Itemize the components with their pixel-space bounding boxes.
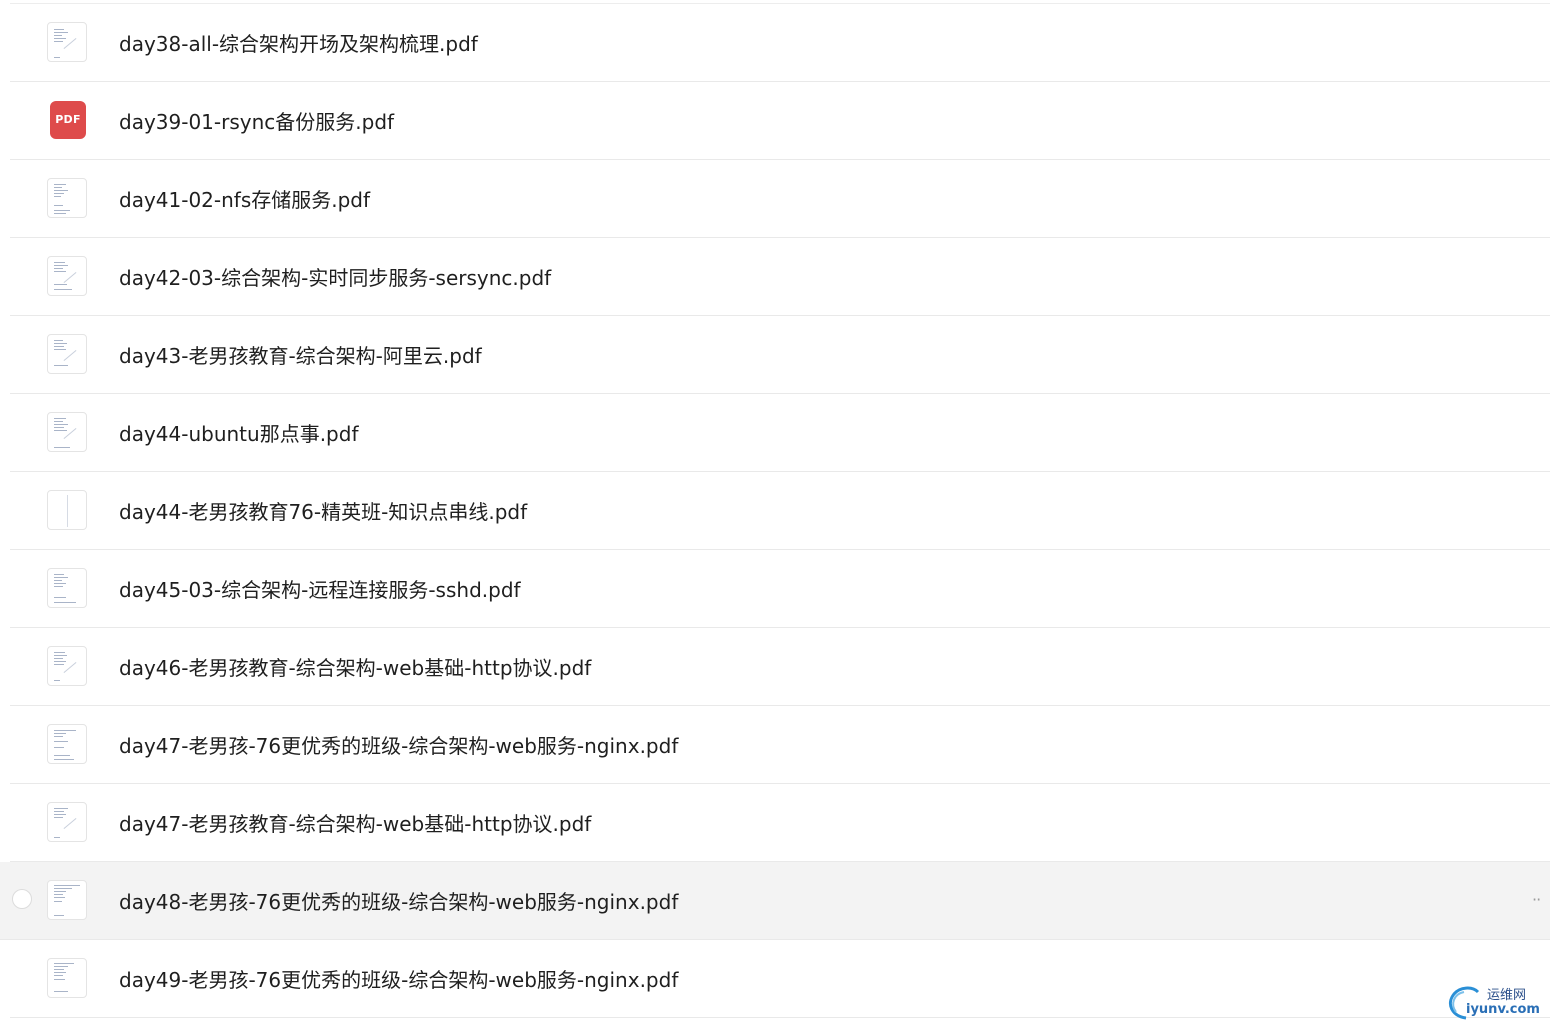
file-name[interactable]: day47-老男孩-76更优秀的班级-综合架构-web服务-nginx.pdf xyxy=(119,706,678,783)
file-name[interactable]: day48-老男孩-76更优秀的班级-综合架构-web服务-nginx.pdf xyxy=(119,862,678,939)
file-name[interactable]: day44-ubuntu那点事.pdf xyxy=(119,394,358,471)
file-list: day38-all-综合架构开场及架构梳理.pdf PDF day39-01-r… xyxy=(0,4,1550,1018)
more-options-icon[interactable]: ·· xyxy=(1532,890,1548,910)
watermark-logo: 运维网 iyunv.com xyxy=(1444,982,1550,1022)
file-row[interactable]: day44-ubuntu那点事.pdf xyxy=(10,394,1550,472)
document-thumbnail-icon xyxy=(47,724,87,764)
document-thumbnail-icon xyxy=(47,802,87,842)
document-thumbnail-icon xyxy=(47,568,87,608)
document-thumbnail-icon xyxy=(47,256,87,296)
pdf-file-icon: PDF xyxy=(50,101,86,139)
file-row[interactable]: day41-02-nfs存储服务.pdf xyxy=(10,160,1550,238)
file-name[interactable]: day47-老男孩教育-综合架构-web基础-http协议.pdf xyxy=(119,784,591,861)
watermark-domain-text: iyunv.com xyxy=(1466,1002,1540,1017)
document-thumbnail-icon xyxy=(47,880,87,920)
file-row[interactable]: day38-all-综合架构开场及架构梳理.pdf xyxy=(10,4,1550,82)
file-row[interactable]: day49-老男孩-76更优秀的班级-综合架构-web服务-nginx.pdf xyxy=(10,940,1550,1018)
file-row[interactable]: day42-03-综合架构-实时同步服务-sersync.pdf xyxy=(10,238,1550,316)
file-name[interactable]: day44-老男孩教育76-精英班-知识点串线.pdf xyxy=(119,472,527,549)
file-row[interactable]: day45-03-综合架构-远程连接服务-sshd.pdf xyxy=(10,550,1550,628)
file-row[interactable]: day44-老男孩教育76-精英班-知识点串线.pdf xyxy=(10,472,1550,550)
file-row[interactable]: day48-老男孩-76更优秀的班级-综合架构-web服务-nginx.pdf … xyxy=(0,862,1550,940)
file-name[interactable]: day45-03-综合架构-远程连接服务-sshd.pdf xyxy=(119,550,521,627)
document-thumbnail-icon xyxy=(47,490,87,530)
file-name[interactable]: day46-老男孩教育-综合架构-web基础-http协议.pdf xyxy=(119,628,591,705)
document-thumbnail-icon xyxy=(47,646,87,686)
file-name[interactable]: day38-all-综合架构开场及架构梳理.pdf xyxy=(119,4,478,81)
file-row[interactable]: day47-老男孩-76更优秀的班级-综合架构-web服务-nginx.pdf xyxy=(10,706,1550,784)
document-thumbnail-icon xyxy=(47,22,87,62)
file-name[interactable]: day39-01-rsync备份服务.pdf xyxy=(119,82,394,159)
file-row[interactable]: PDF day39-01-rsync备份服务.pdf xyxy=(10,82,1550,160)
document-thumbnail-icon xyxy=(47,334,87,374)
watermark-cn-text: 运维网 xyxy=(1487,988,1527,1003)
document-thumbnail-icon xyxy=(47,958,87,998)
file-row[interactable]: day47-老男孩教育-综合架构-web基础-http协议.pdf xyxy=(10,784,1550,862)
file-row[interactable]: day46-老男孩教育-综合架构-web基础-http协议.pdf xyxy=(10,628,1550,706)
document-thumbnail-icon xyxy=(47,412,87,452)
file-name[interactable]: day42-03-综合架构-实时同步服务-sersync.pdf xyxy=(119,238,551,315)
select-checkbox[interactable] xyxy=(12,889,32,909)
file-row[interactable]: day43-老男孩教育-综合架构-阿里云.pdf xyxy=(10,316,1550,394)
file-name[interactable]: day41-02-nfs存储服务.pdf xyxy=(119,160,370,237)
document-thumbnail-icon xyxy=(47,178,87,218)
file-name[interactable]: day49-老男孩-76更优秀的班级-综合架构-web服务-nginx.pdf xyxy=(119,940,678,1017)
file-name[interactable]: day43-老男孩教育-综合架构-阿里云.pdf xyxy=(119,316,482,393)
